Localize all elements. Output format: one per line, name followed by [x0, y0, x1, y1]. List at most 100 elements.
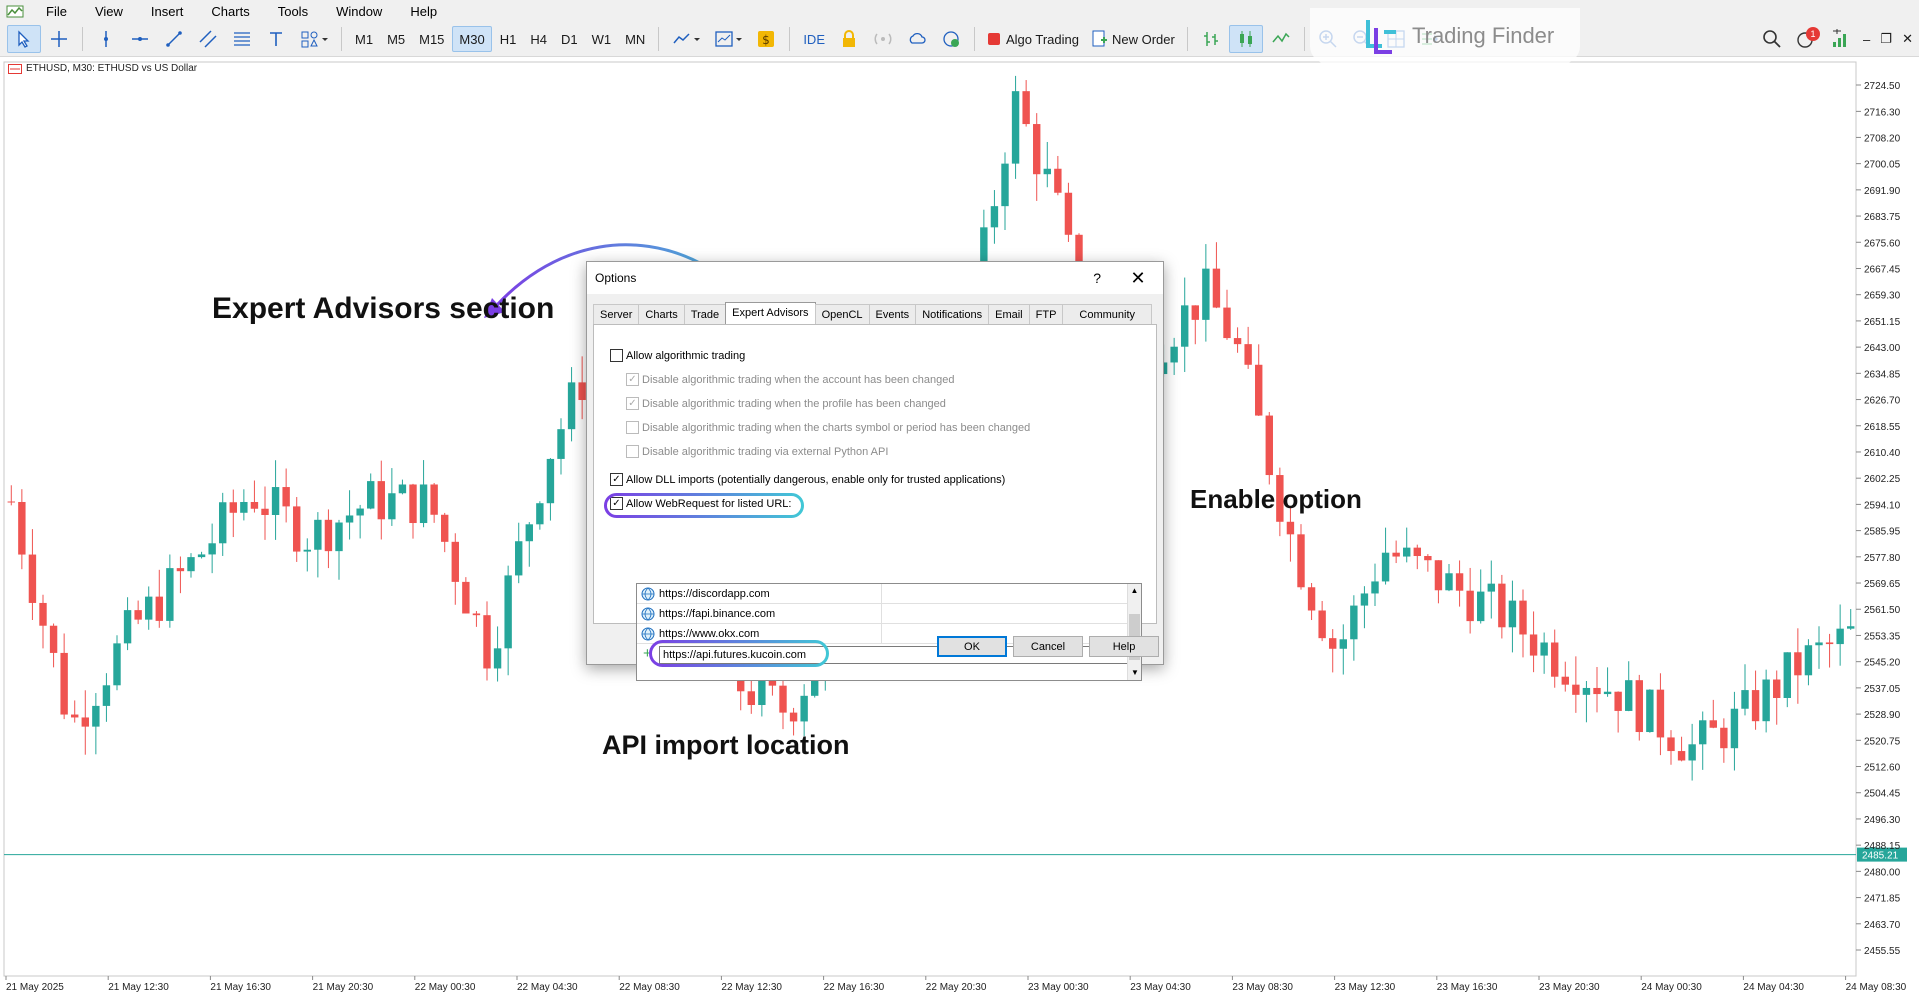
- line-chart-icon: [673, 33, 690, 44]
- lock-button[interactable]: [833, 25, 865, 53]
- candlestick-button[interactable]: [1228, 25, 1263, 53]
- menu-insert[interactable]: Insert: [137, 4, 198, 19]
- tab-server[interactable]: Server: [593, 304, 640, 325]
- notifications-button[interactable]: 1: [1790, 25, 1822, 53]
- timeframe-mn[interactable]: MN: [619, 26, 651, 52]
- candle-body: [1001, 163, 1009, 207]
- option-label: Disable algorithmic trading when the pro…: [642, 397, 946, 410]
- search-button[interactable]: [1756, 25, 1788, 53]
- tab-charts[interactable]: Charts: [638, 304, 685, 325]
- ok-button[interactable]: OK: [937, 636, 1007, 657]
- line-button[interactable]: [1265, 25, 1297, 53]
- candle-body: [1709, 720, 1717, 728]
- scroll-up-icon[interactable]: ▲: [1128, 584, 1141, 598]
- tab-expert-advisors[interactable]: Expert Advisors: [725, 302, 816, 325]
- window-controls[interactable]: – ❐ ✕: [1858, 25, 1918, 53]
- vps-button[interactable]: [935, 25, 967, 53]
- cursor-button[interactable]: [7, 25, 41, 53]
- option-row[interactable]: Allow algorithmic trading: [610, 349, 745, 362]
- candle-body: [1381, 552, 1390, 582]
- crosshair-button[interactable]: [43, 25, 75, 53]
- checkbox-checked: ✓: [626, 373, 639, 386]
- menu-help[interactable]: Help: [396, 4, 451, 19]
- signal-button[interactable]: [867, 25, 899, 53]
- tab-email[interactable]: Email: [988, 304, 1030, 325]
- separator: [658, 27, 660, 51]
- menu-file[interactable]: File: [32, 4, 81, 19]
- toolbar: M1 M5 M15 M30 H1 H4 D1 W1 MN $ IDE Algo …: [0, 22, 1919, 57]
- channel-button[interactable]: [192, 25, 224, 53]
- cancel-button[interactable]: Cancel: [1013, 636, 1083, 657]
- help-button[interactable]: Help: [1089, 636, 1159, 657]
- minimize-icon[interactable]: –: [1863, 32, 1870, 47]
- tab-ftp[interactable]: FTP: [1028, 304, 1064, 325]
- tab-trade[interactable]: Trade: [683, 304, 727, 325]
- signal-strength-indicator[interactable]: [1824, 25, 1856, 53]
- cloud-button[interactable]: [901, 25, 933, 53]
- crosshair-icon: [51, 31, 67, 47]
- tab-notifications[interactable]: Notifications: [915, 304, 990, 325]
- option-row[interactable]: ✓ Allow DLL imports (potentially dangerou…: [610, 473, 1005, 486]
- timeframe-m30[interactable]: M30: [452, 26, 492, 52]
- ide-button[interactable]: IDE: [797, 26, 831, 52]
- url-list[interactable]: https://discordapp.com https://fapi.bina…: [636, 583, 1142, 681]
- checkbox-checked[interactable]: ✓: [610, 473, 623, 486]
- checkbox-checked: ✓: [626, 397, 639, 410]
- url-row[interactable]: https://discordapp.com: [637, 583, 1129, 604]
- menu-tools[interactable]: Tools: [264, 4, 322, 19]
- y-tick-label: 2455.55: [1864, 946, 1901, 957]
- close-icon[interactable]: ✕: [1902, 31, 1913, 47]
- restore-icon[interactable]: ❐: [1880, 31, 1892, 47]
- text-button[interactable]: [260, 25, 292, 53]
- templates-button[interactable]: [708, 25, 748, 53]
- candle-body: [1043, 168, 1051, 175]
- candle-body: [1033, 124, 1041, 175]
- candle-body: [282, 487, 290, 507]
- candle-body: [1551, 642, 1559, 677]
- candle-body: [1720, 727, 1728, 749]
- url-row[interactable]: https://fapi.binance.com: [637, 603, 1129, 624]
- candle-body: [1339, 639, 1347, 649]
- tab-community[interactable]: Community: [1062, 304, 1153, 325]
- timeframe-h1[interactable]: H1: [494, 26, 523, 52]
- candle-body: [515, 541, 523, 576]
- timeframe-d1[interactable]: D1: [555, 26, 584, 52]
- horizontal-line-button[interactable]: [124, 25, 156, 53]
- menu-window[interactable]: Window: [322, 4, 396, 19]
- y-tick-label: 2675.60: [1864, 238, 1901, 249]
- timeframe-m5[interactable]: M5: [381, 26, 411, 52]
- tab-opencl[interactable]: OpenCL: [814, 304, 870, 325]
- y-tick-label: 2700.05: [1864, 160, 1901, 171]
- market-button[interactable]: $: [750, 25, 782, 53]
- chart-type-button[interactable]: [666, 25, 706, 53]
- dialog-tabs: Server Charts Trade Expert Advisors Open…: [593, 302, 1153, 325]
- globe-icon: [641, 627, 655, 640]
- y-tick-label: 2651.15: [1864, 317, 1901, 328]
- candle-body: [1508, 600, 1517, 628]
- candle-body: [1329, 638, 1337, 649]
- lock-icon: [842, 30, 855, 47]
- timeframe-m1[interactable]: M1: [349, 26, 379, 52]
- candle-body: [1434, 560, 1443, 591]
- tab-events[interactable]: Events: [868, 304, 917, 325]
- help-icon[interactable]: ?: [1093, 270, 1101, 286]
- vertical-line-button[interactable]: [90, 25, 122, 53]
- close-icon[interactable]: ✕: [1123, 266, 1153, 290]
- timeframe-m15[interactable]: M15: [413, 26, 450, 52]
- candle-body: [1318, 610, 1326, 639]
- candle-body: [102, 685, 111, 706]
- menu-charts[interactable]: Charts: [197, 4, 263, 19]
- fibonacci-button[interactable]: [226, 25, 258, 53]
- bar-chart-button[interactable]: [1195, 25, 1227, 53]
- checkbox[interactable]: [610, 349, 623, 362]
- timeframe-w1[interactable]: W1: [586, 26, 618, 52]
- new-order-button[interactable]: New Order: [1086, 25, 1180, 53]
- timeframe-h4[interactable]: H4: [524, 26, 553, 52]
- x-tick-label: 22 May 20:30: [926, 982, 987, 993]
- url-list-scrollbar[interactable]: ▲ ▼: [1127, 584, 1141, 680]
- shapes-button[interactable]: [294, 25, 334, 53]
- menu-view[interactable]: View: [81, 4, 137, 19]
- trendline-button[interactable]: [158, 25, 190, 53]
- algo-trading-button[interactable]: Algo Trading: [982, 25, 1084, 53]
- scroll-down-icon[interactable]: ▼: [1128, 666, 1142, 680]
